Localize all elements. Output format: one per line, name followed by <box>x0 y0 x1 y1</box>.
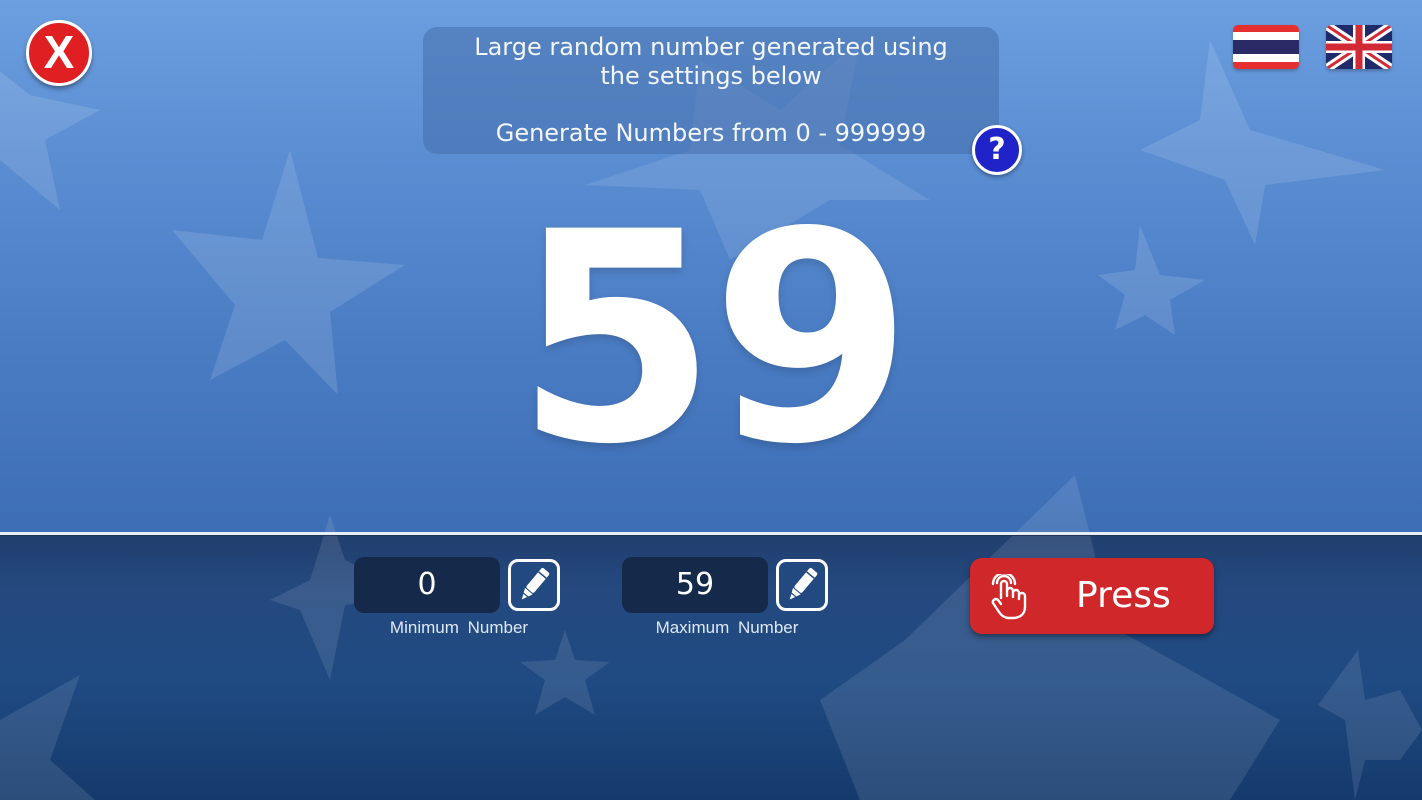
info-line-1: Large random number generated using <box>474 33 948 61</box>
language-thai-button[interactable] <box>1233 25 1299 69</box>
range-text: Generate Numbers from 0 - 999999 <box>495 119 927 147</box>
minimum-number-field[interactable]: 0 <box>354 557 500 613</box>
section-divider <box>0 532 1422 536</box>
thai-flag-icon <box>1233 25 1299 69</box>
generated-number: 59 <box>515 171 913 508</box>
question-icon: ? <box>988 132 1006 167</box>
close-button[interactable]: X <box>26 20 92 86</box>
press-button[interactable]: Press <box>970 558 1214 634</box>
info-line-2: the settings below <box>600 62 822 90</box>
maximum-number-label: Maximum Number <box>655 618 799 637</box>
close-icon: X <box>43 26 75 78</box>
edit-minimum-button[interactable] <box>508 559 560 611</box>
minimum-number-label: Minimum Number <box>389 618 529 637</box>
pencil-icon <box>789 568 818 600</box>
maximum-number-field[interactable]: 59 <box>622 557 768 613</box>
help-button[interactable]: ? <box>972 125 1022 175</box>
press-button-label: Press <box>1076 575 1171 616</box>
hand-tap-icon <box>991 574 1027 620</box>
info-panel: Large random number generated using the … <box>423 27 999 154</box>
pencil-icon <box>521 568 550 600</box>
uk-flag-icon <box>1326 25 1392 69</box>
edit-maximum-button[interactable] <box>776 559 828 611</box>
language-english-button[interactable] <box>1326 25 1392 69</box>
